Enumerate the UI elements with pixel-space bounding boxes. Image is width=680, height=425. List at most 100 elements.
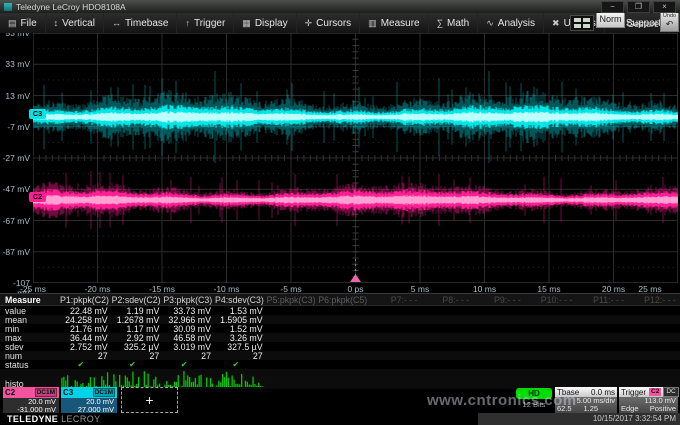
channel-descriptor-c3[interactable]: C3 DC1M 20.0 mV 27.000 mV bbox=[61, 387, 117, 413]
measure-column-header[interactable]: P7:- - - bbox=[370, 295, 422, 305]
measure-column-header[interactable]: P9:- - - bbox=[473, 295, 525, 305]
measure-column-header[interactable]: P8:- - - bbox=[422, 295, 474, 305]
menu-item-label: Analysis bbox=[498, 18, 535, 29]
menu-item-label: Cursors bbox=[316, 18, 351, 29]
timebase-samples: 62.5 MS bbox=[557, 405, 583, 413]
measure-column-header[interactable]: P12:- - - bbox=[628, 295, 680, 305]
undo-icon: ↶ bbox=[661, 20, 678, 29]
menu-item-trigger[interactable]: ↑Trigger bbox=[177, 13, 234, 33]
menu-item-vertical[interactable]: ↕Vertical bbox=[46, 13, 104, 33]
oscilloscope-app: Teledyne LeCroy HDO8108A − ❐ × ▤ File ↕Ver… bbox=[0, 0, 680, 425]
timebase-body: 5.00 ms/div 62.5 MS1.25 GS/s bbox=[555, 397, 617, 413]
menu-item-measure[interactable]: ▥ Measure bbox=[360, 13, 428, 33]
status-check-icon: ✔ bbox=[60, 360, 112, 369]
menu-item-cursors[interactable]: ✛Cursors bbox=[297, 13, 361, 33]
timestamp: 10/15/2017 3:32:54 PM bbox=[478, 413, 680, 425]
menu-item-label: Math bbox=[447, 18, 469, 29]
hd-bits-label: 12 Bits bbox=[514, 400, 554, 409]
trigger-time-marker[interactable] bbox=[350, 274, 361, 282]
measure-column-header[interactable]: P2:sdev(C2) bbox=[112, 295, 164, 305]
menu-item-label: Trigger bbox=[194, 18, 225, 29]
grid-icon bbox=[574, 24, 581, 28]
histogram-sparkline bbox=[216, 370, 266, 387]
minimize-button[interactable]: − bbox=[601, 1, 624, 13]
measure-cell: 27 bbox=[215, 351, 267, 361]
y-axis-label: -7 mV bbox=[0, 122, 30, 132]
menu-item-timebase[interactable]: ↔ Timebase bbox=[104, 13, 178, 33]
gesture-button[interactable]: Gesture bbox=[627, 19, 659, 29]
measure-table-icon: ▥ bbox=[368, 18, 377, 29]
measure-histogram bbox=[215, 370, 267, 389]
trigger-descriptor[interactable]: Trigger C2 DC 113.0 mV EdgePositive bbox=[619, 387, 678, 413]
measure-row-label: status bbox=[0, 360, 60, 370]
menu-item-math[interactable]: ∑ Math bbox=[429, 13, 479, 33]
close-button[interactable]: × bbox=[653, 1, 676, 13]
menu-item-display[interactable]: ▦Display bbox=[234, 13, 296, 33]
channel-c2-offset: -31.000 mV bbox=[3, 406, 59, 414]
display-grid-icon: ▦ bbox=[242, 18, 251, 29]
trigger-body: 113.0 mV EdgePositive bbox=[619, 397, 678, 413]
y-axis-label: 13 mV bbox=[0, 91, 30, 101]
status-check-icon: ✔ bbox=[112, 360, 164, 369]
vertical-arrows-icon: ↕ bbox=[54, 18, 59, 28]
file-icon: ▤ bbox=[8, 18, 17, 29]
window-title: Teledyne LeCroy HDO8108A bbox=[16, 2, 126, 12]
channel-c3-name: C3 bbox=[63, 388, 73, 397]
timebase-label: Tbase bbox=[557, 388, 579, 397]
histogram-sparkline bbox=[61, 370, 111, 387]
menu-item-label: Vertical bbox=[62, 18, 95, 29]
cursors-cross-icon: ✛ bbox=[305, 18, 313, 29]
menu-item-file[interactable]: ▤ File bbox=[0, 13, 46, 33]
undo-button[interactable]: Undo ↶ bbox=[660, 12, 679, 32]
brand-logo: TELEDYNE LECROY bbox=[7, 414, 101, 424]
menu-item-label: File bbox=[21, 18, 37, 29]
trace-tab-c3[interactable]: C3 bbox=[29, 109, 46, 119]
trigger-slope: Positive bbox=[650, 405, 676, 413]
channel-c3-coupling-badge: DC1M bbox=[93, 388, 115, 397]
y-axis-label: 33 mV bbox=[0, 59, 30, 69]
measure-column-header[interactable]: P3:pkpk(C3) bbox=[163, 295, 215, 305]
graticule-waveform-display bbox=[33, 33, 678, 283]
histogram-sparkline bbox=[164, 370, 214, 387]
trace-tab-c2[interactable]: C2 bbox=[29, 192, 46, 202]
measure-cell: 27 bbox=[112, 351, 164, 361]
measure-column-header[interactable]: P6:pkpk(C5) bbox=[318, 295, 370, 305]
measure-cell: 27 bbox=[163, 351, 215, 361]
channel-c2-name: C2 bbox=[5, 388, 15, 397]
grid-icon bbox=[583, 24, 590, 28]
measure-column-header[interactable]: P4:sdev(C3) bbox=[215, 295, 267, 305]
measure-column-header[interactable]: P1:pkpk(C2) bbox=[60, 295, 112, 305]
measure-table-title: Measure bbox=[0, 295, 60, 305]
measure-column-header[interactable]: P10:- - - bbox=[525, 295, 577, 305]
y-axis-label: -27 mV bbox=[0, 153, 30, 163]
analysis-wave-icon: ∿ bbox=[486, 18, 494, 29]
channel-descriptor-c2[interactable]: C2 DC1M 20.0 mV -31.000 mV bbox=[3, 387, 59, 413]
menu-item-label: Timebase bbox=[125, 18, 169, 29]
trigger-source-badge: C2 bbox=[649, 388, 661, 396]
measure-column-header[interactable]: P11:- - - bbox=[577, 295, 629, 305]
timebase-descriptor[interactable]: Tbase 0.0 ms 5.00 ms/div 62.5 MS1.25 GS/… bbox=[555, 387, 617, 413]
grid-layout-button[interactable] bbox=[570, 15, 594, 31]
trigger-label: Trigger bbox=[621, 388, 646, 397]
grid-icon bbox=[583, 18, 590, 22]
add-channel-button[interactable]: + bbox=[121, 387, 178, 413]
menu-item-analysis[interactable]: ∿ Analysis bbox=[478, 13, 544, 33]
measure-cell: 27 bbox=[60, 351, 112, 361]
menu-item-label: Measure bbox=[381, 18, 420, 29]
trigger-mode: Edge bbox=[621, 405, 639, 413]
y-axis-label: -47 mV bbox=[0, 184, 30, 194]
histogram-sparkline bbox=[113, 370, 163, 387]
math-sigma-icon: ∑ bbox=[437, 18, 443, 28]
restore-button[interactable]: ❐ bbox=[627, 1, 650, 13]
timebase-rate: 1.25 GS/s bbox=[583, 405, 615, 413]
brand-secondary: LECROY bbox=[61, 414, 100, 424]
app-icon bbox=[4, 3, 12, 11]
y-axis-label: -87 mV bbox=[0, 247, 30, 257]
grid-icon bbox=[574, 18, 581, 22]
brand-primary: TELEDYNE bbox=[7, 414, 58, 424]
horizontal-arrows-icon: ↔ bbox=[112, 18, 121, 28]
hd-mode-badge: HD bbox=[516, 388, 552, 399]
status-check-icon: ✔ bbox=[163, 360, 215, 369]
measure-column-header[interactable]: P5:pkpk(C3) bbox=[267, 295, 319, 305]
utilities-tools-icon: ✖ bbox=[552, 18, 560, 29]
